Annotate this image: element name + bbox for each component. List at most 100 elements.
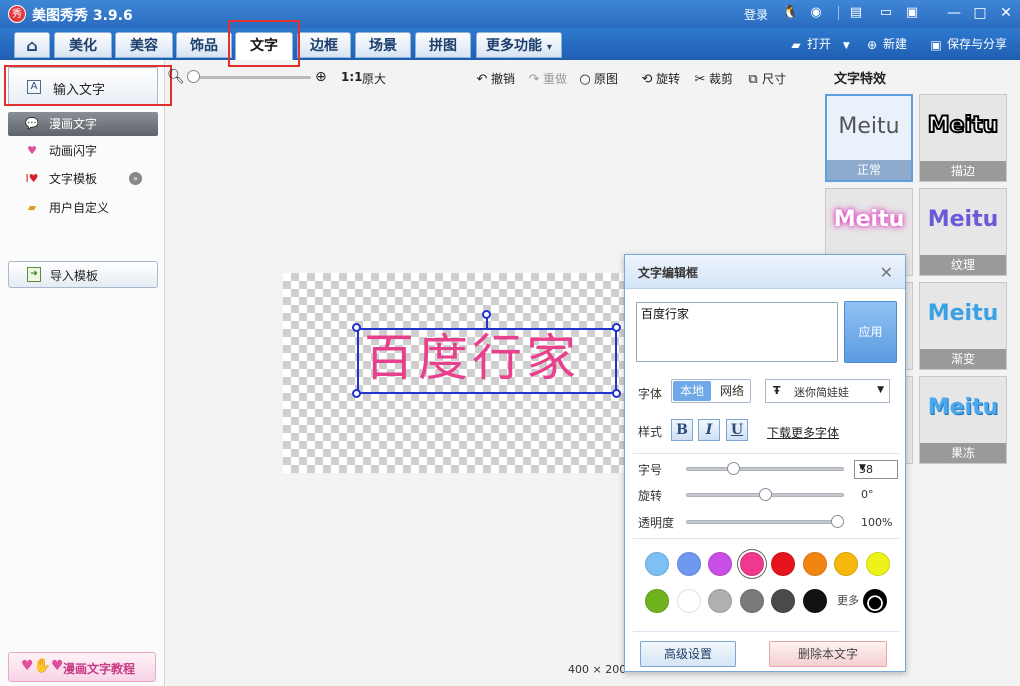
sidebar-item-comic-text[interactable]: 💬 漫画文字 <box>8 112 158 136</box>
minimize-icon[interactable]: — <box>944 4 964 22</box>
import-template-button[interactable]: ➜ 导入模板 <box>8 261 158 288</box>
tutorial-label: 漫画文字教程 <box>63 662 136 676</box>
effect-gradient[interactable]: Meitu 渐变 <box>919 282 1007 370</box>
skin-icon[interactable]: ▤ <box>848 5 864 21</box>
color-swatch[interactable] <box>771 589 795 613</box>
delete-text-button[interactable]: 删除本文字 <box>769 641 887 667</box>
opacity-slider-track[interactable] <box>686 520 844 524</box>
effect-jelly[interactable]: Meitu 果冻 <box>919 376 1007 464</box>
color-swatch[interactable] <box>708 552 732 576</box>
opacity-slider-thumb[interactable] <box>831 515 844 528</box>
tab-collage[interactable]: 拼图 <box>415 32 471 58</box>
redo-button[interactable]: ↷ 重做 <box>527 70 567 87</box>
selection-box[interactable] <box>357 328 617 394</box>
undo-label: 撤销 <box>491 72 516 86</box>
sidebar-item-text-template[interactable]: I♥ 文字模板 » <box>8 167 158 191</box>
qq-icon[interactable]: 🐧 <box>782 5 798 21</box>
expand-down-icon[interactable]: » <box>129 172 142 185</box>
color-swatch[interactable] <box>676 552 701 576</box>
original-size-button[interactable]: 原大 <box>362 70 386 87</box>
effect-sample: Meitu <box>927 301 999 326</box>
resize-handle-top-right[interactable] <box>612 323 621 332</box>
download-more-fonts-link[interactable]: 下载更多字体 <box>767 424 839 441</box>
tab-beautify[interactable]: 美化 <box>54 32 112 58</box>
rotate-slider-thumb[interactable] <box>758 488 772 501</box>
size-label: 尺寸 <box>762 72 787 86</box>
color-swatch[interactable] <box>739 589 764 613</box>
color-swatch[interactable] <box>676 589 701 613</box>
chevron-down-icon: ▾ <box>546 42 552 53</box>
font-size-slider-track[interactable] <box>686 467 844 471</box>
tab-more-label: 更多功能 <box>486 38 543 54</box>
effect-sample: Meitu <box>833 207 905 232</box>
maximize-icon[interactable]: □ <box>970 4 990 22</box>
font-source-local[interactable]: 本地 <box>673 381 711 401</box>
resize-handle-top-left[interactable] <box>352 323 361 332</box>
menu-icon[interactable]: ▣ <box>904 5 920 21</box>
font-source-web[interactable]: 网络 <box>714 381 750 401</box>
italic-button[interactable]: I <box>698 419 720 441</box>
tab-frame[interactable]: 边框 <box>297 32 351 58</box>
more-colors-button[interactable]: 更多 <box>833 589 863 613</box>
color-swatch[interactable] <box>802 589 827 613</box>
rotate-icon: ⟲ <box>641 72 653 87</box>
zoom-ratio[interactable]: 1:1 <box>341 70 363 84</box>
tab-scene[interactable]: 场景 <box>355 32 411 58</box>
comic-text-tutorial-button[interactable]: ♥✋♥ 漫画文字教程 <box>8 652 156 682</box>
zoom-slider-track[interactable] <box>191 76 311 79</box>
dialog-header[interactable]: 文字编辑框 ✕ <box>625 255 905 289</box>
open-button[interactable]: ▰ 打开 ▼ <box>788 35 849 53</box>
color-swatch[interactable] <box>708 589 732 613</box>
color-swatch[interactable] <box>865 552 890 576</box>
redo-icon: ↷ <box>528 72 540 87</box>
effect-normal[interactable]: Meitu 正常 <box>825 94 913 182</box>
color-swatch[interactable] <box>834 552 858 576</box>
rotate-handle[interactable] <box>482 310 491 319</box>
feedback-icon[interactable]: ▭ <box>878 5 894 21</box>
text-input-area[interactable]: 百度行家 <box>636 302 838 362</box>
tab-home[interactable]: ⌂ <box>14 32 50 58</box>
zoom-slider-thumb[interactable] <box>187 70 200 83</box>
save-share-button[interactable]: ▣ 保存与分享 <box>928 35 1007 53</box>
font-family-select[interactable]: Ŧ 迷你简娃娃 ▼ <box>765 379 890 403</box>
resize-handle-bottom-left[interactable] <box>352 389 361 398</box>
apply-button[interactable]: 应用 <box>844 301 897 363</box>
sidebar-item-animated-text[interactable]: ♥ 动画闪字 <box>8 139 158 163</box>
underline-button[interactable]: U <box>726 419 748 441</box>
tab-more-features[interactable]: 更多功能 ▾ <box>476 32 562 58</box>
tab-beauty[interactable]: 美容 <box>115 32 173 58</box>
new-button[interactable]: ⊕ 新建 <box>864 35 907 53</box>
tab-accessories[interactable]: 饰品 <box>176 32 232 58</box>
dialog-title: 文字编辑框 <box>638 266 699 280</box>
effect-texture[interactable]: Meitu 纹理 <box>919 188 1007 276</box>
weibo-icon[interactable]: ◉ <box>808 5 824 21</box>
close-icon[interactable]: ✕ <box>996 4 1016 22</box>
app-logo: 秀 <box>8 5 26 23</box>
sidebar-item-user-custom[interactable]: ▰ 用户自定义 <box>8 196 158 220</box>
close-icon[interactable]: ✕ <box>880 263 893 282</box>
font-size-slider-thumb[interactable] <box>726 462 740 475</box>
color-swatch[interactable] <box>645 589 669 613</box>
zoom-in-icon[interactable]: ⊕ <box>315 69 327 85</box>
crop-button[interactable]: ✂ 裁剪 <box>693 70 733 87</box>
size-button[interactable]: ⧉ 尺寸 <box>746 70 786 87</box>
resize-handle-bottom-right[interactable] <box>612 389 621 398</box>
effect-sample: Meitu <box>927 112 1000 139</box>
bold-button[interactable]: B <box>671 419 693 441</box>
color-swatch[interactable] <box>739 552 764 576</box>
font-size-select[interactable]: 58 ▼ <box>854 460 898 479</box>
color-swatch[interactable] <box>771 552 795 576</box>
advanced-settings-button[interactable]: 高级设置 <box>640 641 736 667</box>
opacity-value: 100% <box>861 516 893 529</box>
effect-stroke[interactable]: Meitu 描边 <box>919 94 1007 182</box>
zoom-out-icon[interactable]: 🔍︎ <box>167 69 185 85</box>
color-swatch[interactable] <box>645 552 669 576</box>
effect-sample: Meitu <box>927 207 999 232</box>
undo-button[interactable]: ↶ 撤销 <box>475 70 515 87</box>
color-swatch[interactable] <box>802 552 827 576</box>
open-label: 打开 <box>807 37 832 51</box>
original-image-button[interactable]: ○ 原图 <box>578 70 618 87</box>
rotate-button[interactable]: ⟲ 旋转 <box>640 70 680 87</box>
login-link[interactable]: 登录 <box>744 6 768 23</box>
color-picker-icon[interactable] <box>863 589 887 613</box>
